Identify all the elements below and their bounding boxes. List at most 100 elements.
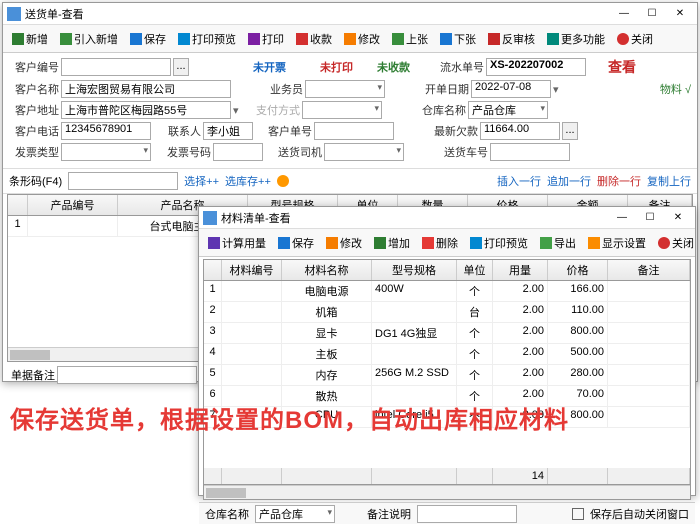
close-tb-button[interactable]: 关闭 [653, 233, 699, 253]
save-icon [278, 237, 290, 249]
table-row[interactable]: 1电脑电源400W个2.00166.00 [204, 281, 690, 302]
review-icon [488, 33, 500, 45]
warehouse-select[interactable]: 产品仓库 [468, 101, 548, 119]
paymode-select[interactable] [302, 101, 382, 119]
display-icon [588, 237, 600, 249]
status-notprinted: 未打印 [320, 59, 353, 75]
preview-icon [178, 33, 190, 45]
debt-lookup[interactable]: ... [562, 122, 578, 140]
more-button[interactable]: 更多功能 [542, 29, 610, 49]
lbl-ordermemo: 单据备注 [11, 367, 55, 383]
lbl-driver: 送货司机 [272, 144, 322, 160]
lbl-serial: 流水单号 [434, 59, 484, 75]
titlebar2[interactable]: 材料清单-查看 — ☐ ✕ [199, 207, 695, 229]
select-pp[interactable]: 选择++ [184, 173, 219, 189]
custno-lookup[interactable]: ... [173, 58, 189, 76]
edit-icon [326, 237, 338, 249]
delete-row[interactable]: 删除一行 [597, 173, 641, 189]
contact-input[interactable]: 李小姐 [203, 122, 253, 140]
table-row[interactable]: 5内存256G M.2 SSD个2.00280.00 [204, 365, 690, 386]
banner-text: 保存送货单，根据设置的BOM，自动出库相应材料 [10, 400, 690, 435]
modify-button[interactable]: 修改 [339, 29, 385, 49]
lbl-bizemp: 业务员 [253, 81, 303, 97]
bizemp-select[interactable] [305, 80, 385, 98]
display-button[interactable]: 显示设置 [583, 233, 651, 253]
maximize-button[interactable]: ☐ [637, 209, 663, 227]
lbl-billdate: 开单日期 [419, 81, 469, 97]
calc-icon [208, 237, 220, 249]
status-notinvoiced: 未开票 [253, 59, 286, 75]
autoclose-checkbox[interactable] [572, 508, 584, 520]
close-button[interactable]: ✕ [667, 5, 693, 23]
driver-select[interactable] [324, 143, 404, 161]
app-icon [203, 211, 217, 225]
table-row[interactable]: 4主板个2.00500.00 [204, 344, 690, 365]
grid-header2: 材料编号 材料名称 型号规格 单位 用量 价格 备注 [204, 260, 690, 281]
barcode-input[interactable] [68, 172, 178, 190]
close-tb-button[interactable]: 关闭 [612, 29, 658, 49]
shipno-input[interactable] [490, 143, 570, 161]
memo-input[interactable] [57, 366, 197, 384]
plus-icon [374, 237, 386, 249]
custname-input[interactable]: 上海宏图贸易有限公司 [61, 80, 231, 98]
del-button[interactable]: 删除 [417, 233, 463, 253]
prev-button[interactable]: 上张 [387, 29, 433, 49]
material-window: 材料清单-查看 — ☐ ✕ 计算用量 保存 修改 增加 删除 打印预览 导出 显… [198, 206, 696, 496]
warehouse-select2[interactable]: 产品仓库 [255, 505, 335, 523]
export-icon [540, 237, 552, 249]
lbl-addr: 客户地址 [9, 102, 59, 118]
modify-button[interactable]: 修改 [321, 233, 367, 253]
serial-input[interactable]: XS-202207002 [486, 58, 586, 76]
custorder-input[interactable] [314, 122, 394, 140]
save-icon [130, 33, 142, 45]
select-stock[interactable]: 选库存++ [225, 173, 271, 189]
next-button[interactable]: 下张 [435, 29, 481, 49]
barcode-row: 条形码(F4) 选择++ 选库存++ 插入一行 追加一行 删除一行 复制上行 [3, 168, 697, 194]
close-button[interactable]: ✕ [665, 209, 691, 227]
tel-input[interactable]: 12345678901 [61, 122, 151, 140]
titlebar[interactable]: 送货单-查看 — ☐ ✕ [3, 3, 697, 25]
invtype-select[interactable] [61, 143, 151, 161]
export-button[interactable]: 导出 [535, 233, 581, 253]
save-button[interactable]: 保存 [125, 29, 171, 49]
preview-button[interactable]: 打印预览 [465, 233, 533, 253]
calc-button[interactable]: 计算用量 [203, 233, 271, 253]
close-icon [658, 237, 670, 249]
add-button[interactable]: 增加 [369, 233, 415, 253]
table-row[interactable]: 3显卡DG1 4G独显个2.00800.00 [204, 323, 690, 344]
maximize-button[interactable]: ☐ [639, 5, 665, 23]
edit-icon [344, 33, 356, 45]
refresh-icon[interactable] [277, 175, 289, 187]
memo-input2[interactable] [417, 505, 517, 523]
toolbar: 新增 引入新增 保存 打印预览 打印 收款 修改 上张 下张 反审核 更多功能 … [3, 25, 697, 53]
addr-input[interactable]: 上海市普陀区梅园路55号 [61, 101, 231, 119]
invno-input[interactable] [213, 143, 263, 161]
unreview-button[interactable]: 反审核 [483, 29, 540, 49]
insert-row[interactable]: 插入一行 [497, 173, 541, 189]
copy-up[interactable]: 复制上行 [647, 173, 691, 189]
material-grid: 材料编号 材料名称 型号规格 单位 用量 价格 备注 1电脑电源400W个2.0… [203, 259, 691, 500]
lbl-tel: 客户电话 [9, 123, 59, 139]
print-button[interactable]: 打印 [243, 29, 289, 49]
material-flag[interactable]: 物料 √ [660, 81, 691, 97]
debt-input[interactable]: 11664.00 [480, 122, 560, 140]
lbl-invno: 发票号码 [165, 144, 211, 160]
minimize-button[interactable]: — [611, 5, 637, 23]
h-scrollbar2[interactable] [204, 485, 690, 499]
view-label: 查看 [608, 57, 636, 77]
collect-button[interactable]: 收款 [291, 29, 337, 49]
minimize-button[interactable]: — [609, 209, 635, 227]
lbl-warehouse: 仓库名称 [416, 102, 466, 118]
import-button[interactable]: 引入新增 [55, 29, 123, 49]
new-button[interactable]: 新增 [7, 29, 53, 49]
append-row[interactable]: 追加一行 [547, 173, 591, 189]
preview-button[interactable]: 打印预览 [173, 29, 241, 49]
minus-icon [422, 237, 434, 249]
table-row[interactable]: 2机箱台2.00110.00 [204, 302, 690, 323]
custno-input[interactable] [61, 58, 171, 76]
lbl-shipno: 送货车号 [438, 144, 488, 160]
save-button[interactable]: 保存 [273, 233, 319, 253]
statusbar: 仓库名称 产品仓库 备注说明 保存后自动关闭窗口 [199, 502, 695, 524]
billdate-input[interactable]: 2022-07-08 [471, 80, 551, 98]
down-icon [440, 33, 452, 45]
